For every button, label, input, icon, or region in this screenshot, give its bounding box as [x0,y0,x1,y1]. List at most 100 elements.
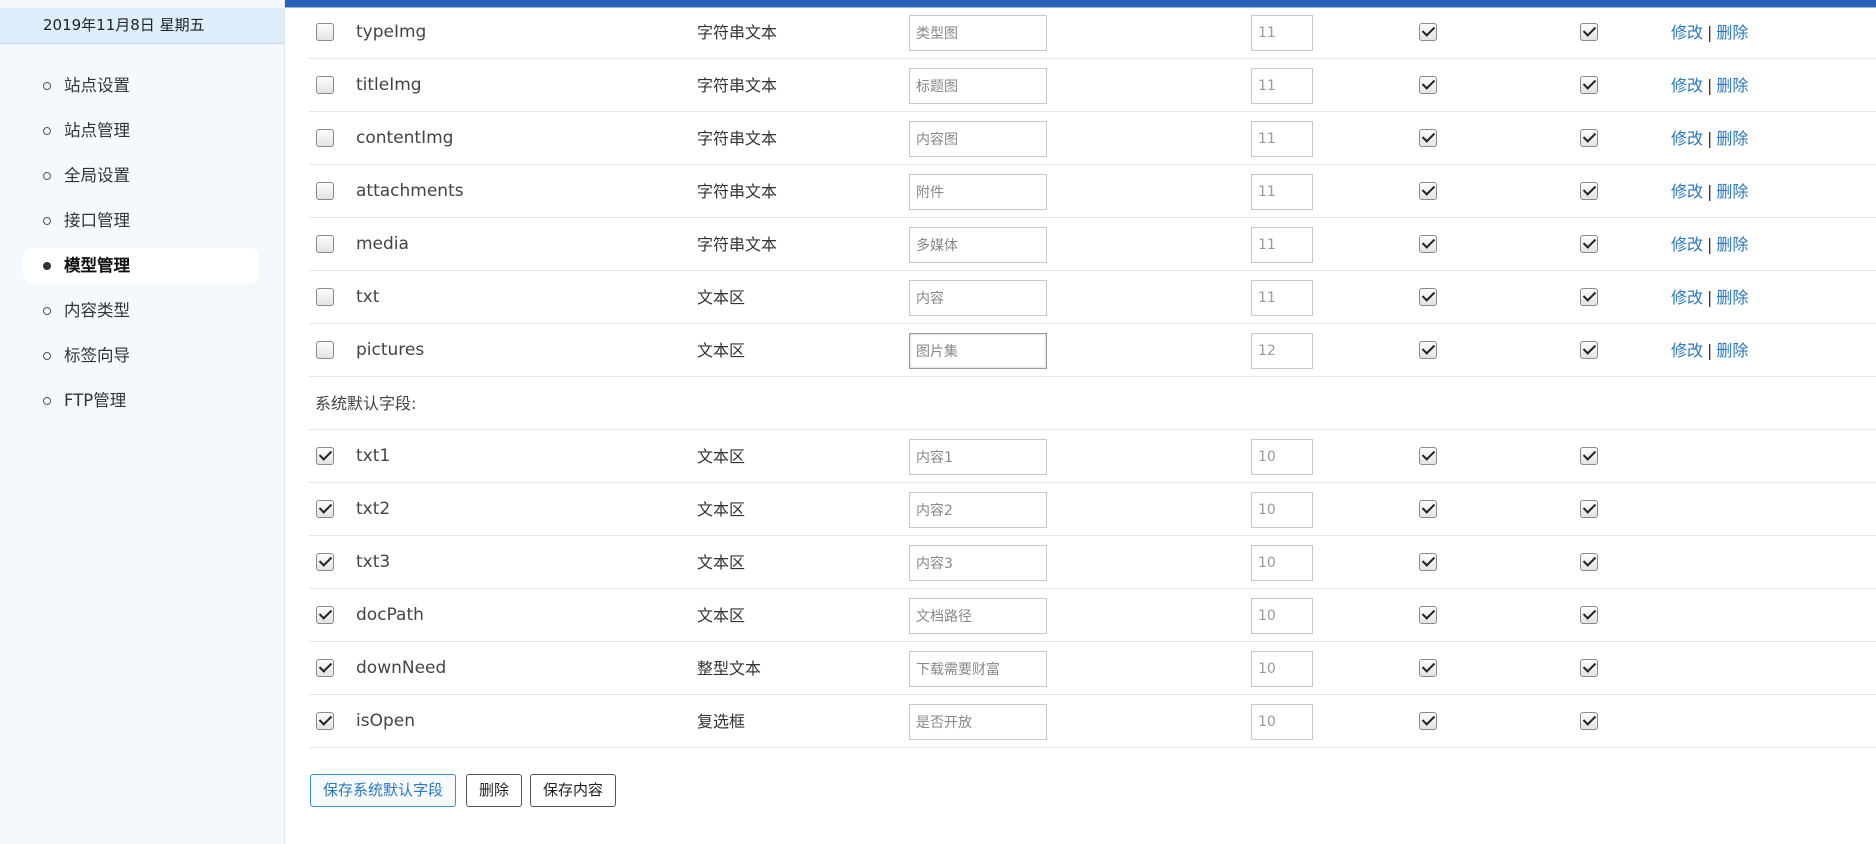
column-2-checkbox[interactable] [1580,23,1598,41]
column-1-checkbox[interactable] [1419,606,1437,624]
row-select-checkbox[interactable] [316,129,334,147]
column-2-checkbox[interactable] [1580,606,1598,624]
column-1-checkbox[interactable] [1419,553,1437,571]
column-2-checkbox[interactable] [1580,447,1598,465]
row-select-checkbox[interactable] [316,235,334,253]
delete-link[interactable]: 删除 [1716,182,1748,201]
table-row: media 字符串文本 修改|删除 [309,218,1876,271]
column-2-checkbox[interactable] [1580,129,1598,147]
field-order-input[interactable] [1251,598,1313,634]
row-select-checkbox[interactable] [316,447,334,465]
column-2-checkbox[interactable] [1580,659,1598,677]
column-1-checkbox[interactable] [1419,235,1437,253]
row-select-checkbox[interactable] [316,288,334,306]
save-content-button[interactable]: 保存内容 [530,774,617,807]
edit-link[interactable]: 修改 [1671,235,1703,254]
field-order-input[interactable] [1251,651,1313,687]
field-order-input[interactable] [1251,439,1313,475]
field-order-input[interactable] [1251,545,1313,581]
field-order-input[interactable] [1251,68,1313,104]
column-2-checkbox[interactable] [1580,341,1598,359]
field-name: typeImg [356,22,427,42]
sidebar-item-1[interactable]: 站点管理 [23,113,259,149]
save-system-fields-button[interactable]: 保存系统默认字段 [310,774,457,807]
field-label-input[interactable] [909,651,1047,687]
field-label-input[interactable] [909,704,1047,740]
column-1-checkbox[interactable] [1419,341,1437,359]
edit-link[interactable]: 修改 [1671,23,1703,42]
sidebar-item-4[interactable]: 模型管理 [23,248,259,284]
delete-link[interactable]: 删除 [1716,23,1748,42]
field-label-input[interactable] [909,598,1047,634]
delete-link[interactable]: 删除 [1716,235,1748,254]
field-order-input[interactable] [1251,280,1313,316]
field-label-input[interactable] [909,439,1047,475]
column-1-checkbox[interactable] [1419,129,1437,147]
sidebar-item-5[interactable]: 内容类型 [23,293,259,329]
field-label-input[interactable] [909,121,1047,157]
row-select-checkbox[interactable] [316,182,334,200]
row-select-checkbox[interactable] [316,341,334,359]
column-1-checkbox[interactable] [1419,76,1437,94]
sidebar-item-3[interactable]: 接口管理 [23,203,259,239]
column-2-checkbox[interactable] [1580,288,1598,306]
field-label-input[interactable] [909,280,1047,316]
field-label-input[interactable] [909,68,1047,104]
field-label-input[interactable] [909,333,1047,369]
row-select-checkbox[interactable] [316,500,334,518]
row-select-checkbox[interactable] [316,553,334,571]
field-name: txt [356,287,380,307]
edit-link[interactable]: 修改 [1671,341,1703,360]
edit-link[interactable]: 修改 [1671,76,1703,95]
edit-link[interactable]: 修改 [1671,182,1703,201]
delete-button[interactable]: 删除 [466,774,523,807]
field-order-input[interactable] [1251,121,1313,157]
column-1-checkbox[interactable] [1419,182,1437,200]
field-label-input[interactable] [909,227,1047,263]
field-order-input[interactable] [1251,15,1313,51]
row-select-checkbox[interactable] [316,606,334,624]
sidebar-item-2[interactable]: 全局设置 [23,158,259,194]
column-1-checkbox[interactable] [1419,500,1437,518]
column-2-checkbox[interactable] [1580,76,1598,94]
row-select-checkbox[interactable] [316,659,334,677]
edit-link[interactable]: 修改 [1671,288,1703,307]
table-row: attachments 字符串文本 修改|删除 [309,165,1876,218]
field-label-input[interactable] [909,174,1047,210]
field-label-input[interactable] [909,492,1047,528]
field-order-input[interactable] [1251,227,1313,263]
field-order-input[interactable] [1251,704,1313,740]
column-2-checkbox[interactable] [1580,182,1598,200]
column-1-checkbox[interactable] [1419,447,1437,465]
row-actions: 修改 | 删除 [1671,59,1748,112]
field-label-input[interactable] [909,545,1047,581]
column-1-checkbox[interactable] [1419,659,1437,677]
column-2-checkbox[interactable] [1580,553,1598,571]
column-2-checkbox[interactable] [1580,235,1598,253]
field-label-input[interactable] [909,15,1047,51]
sidebar-item-7[interactable]: FTP管理 [23,383,259,419]
bullet-icon [43,217,51,225]
sidebar-item-6[interactable]: 标签向导 [23,338,259,374]
row-select-checkbox[interactable] [316,76,334,94]
delete-link[interactable]: 删除 [1716,341,1748,360]
column-2-checkbox[interactable] [1580,712,1598,730]
field-order-input[interactable] [1251,174,1313,210]
delete-link[interactable]: 删除 [1716,76,1748,95]
action-separator: | [1707,76,1713,95]
bullet-icon [43,82,51,90]
column-2-checkbox[interactable] [1580,500,1598,518]
row-select-checkbox[interactable] [316,712,334,730]
edit-link[interactable]: 修改 [1671,129,1703,148]
column-1-checkbox[interactable] [1419,23,1437,41]
column-1-checkbox[interactable] [1419,712,1437,730]
bullet-icon [43,307,51,315]
field-order-input[interactable] [1251,492,1313,528]
field-order-input[interactable] [1251,333,1313,369]
column-1-checkbox[interactable] [1419,288,1437,306]
sidebar-item-0[interactable]: 站点设置 [23,68,259,104]
table-row: pictures 文本区 修改|删除 [309,324,1876,377]
row-select-checkbox[interactable] [316,23,334,41]
delete-link[interactable]: 删除 [1716,129,1748,148]
delete-link[interactable]: 删除 [1716,288,1748,307]
